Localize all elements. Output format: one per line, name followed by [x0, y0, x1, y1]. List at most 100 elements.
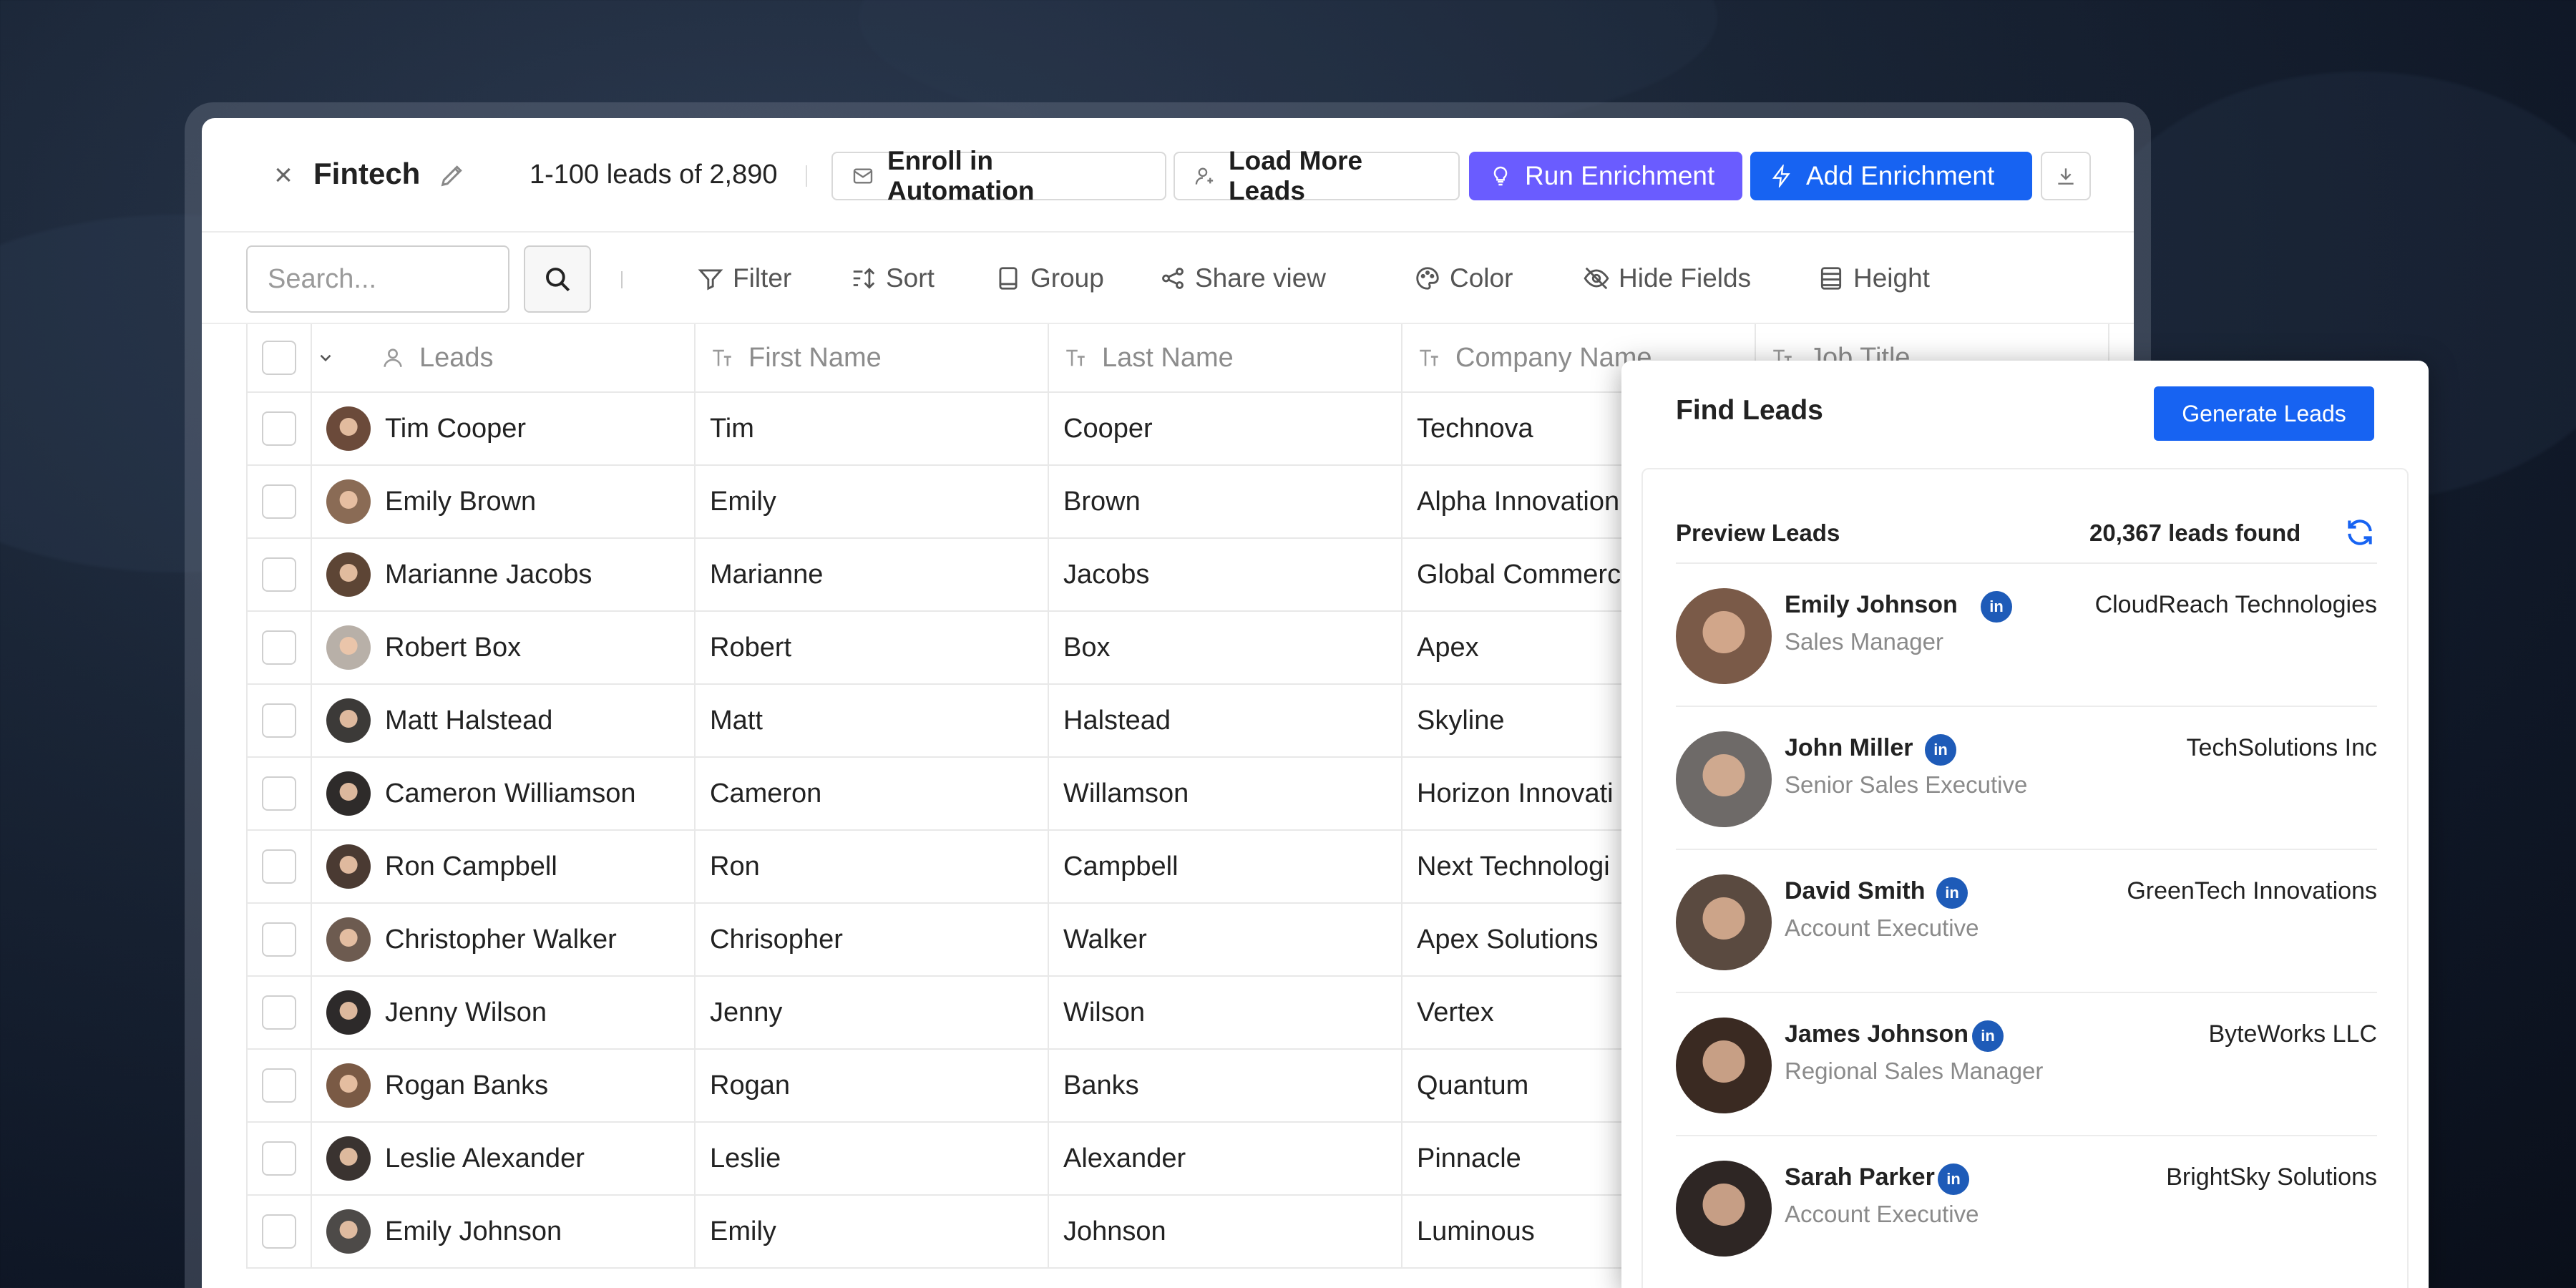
first-name-cell[interactable]: Marianne [696, 539, 1049, 610]
last-name-cell[interactable]: Willamson [1049, 758, 1402, 829]
lead-cell[interactable]: Emily Johnson [312, 1196, 696, 1267]
last-name-cell[interactable]: Box [1049, 612, 1402, 683]
first-name-cell[interactable]: Emily [696, 466, 1049, 537]
last-name-cell[interactable]: Walker [1049, 904, 1402, 975]
row-checkbox[interactable] [262, 630, 296, 665]
download-button[interactable] [2041, 152, 2091, 200]
row-select-cell [246, 539, 312, 610]
row-checkbox[interactable] [262, 557, 296, 592]
last-name: Halstead [1063, 705, 1171, 736]
first-name-cell[interactable]: Rogan [696, 1050, 1049, 1121]
linkedin-icon[interactable]: in [1925, 734, 1956, 766]
refresh-icon[interactable] [2344, 517, 2376, 548]
company-name: Luminous [1417, 1216, 1535, 1246]
lead-cell[interactable]: Matt Halstead [312, 685, 696, 756]
find-leads-panel: Find Leads Generate Leads Preview Leads … [1621, 361, 2429, 1288]
row-checkbox[interactable] [262, 411, 296, 446]
enroll-automation-button[interactable]: Enroll in Automation [831, 146, 1166, 205]
sort-button[interactable]: Sort [850, 257, 935, 300]
eye-off-icon [1584, 267, 1609, 290]
lead-cell[interactable]: Cameron Williamson [312, 758, 696, 829]
filter-icon [698, 269, 723, 291]
generate-leads-button[interactable]: Generate Leads [2154, 386, 2374, 441]
first-name-cell[interactable]: Leslie [696, 1123, 1049, 1194]
last-name-cell[interactable]: Halstead [1049, 685, 1402, 756]
lead-cell[interactable]: Jenny Wilson [312, 977, 696, 1048]
lead-cell[interactable]: Robert Box [312, 612, 696, 683]
first-name-cell[interactable]: Jenny [696, 977, 1049, 1048]
select-all-checkbox[interactable] [262, 341, 296, 375]
avatar [326, 479, 371, 524]
last-name-cell[interactable]: Alexander [1049, 1123, 1402, 1194]
row-select-cell [246, 831, 312, 902]
group-label: Group [1030, 263, 1104, 293]
first-name-cell[interactable]: Robert [696, 612, 1049, 683]
last-name-cell[interactable]: Cooper [1049, 393, 1402, 464]
lead-card[interactable]: John Miller in Senior Sales Executive Te… [1676, 706, 2377, 849]
lead-card[interactable]: Emily Johnson in Sales Manager CloudReac… [1676, 562, 2377, 706]
column-header-leads[interactable]: Leads [312, 324, 696, 391]
first-name-cell[interactable]: Ron [696, 831, 1049, 902]
column-header-first-name[interactable]: First Name [696, 324, 1049, 391]
lead-cell[interactable]: Marianne Jacobs [312, 539, 696, 610]
row-select-cell [246, 1050, 312, 1121]
hide-fields-button[interactable]: Hide Fields [1583, 257, 1751, 300]
row-checkbox[interactable] [262, 484, 296, 519]
first-name-cell[interactable]: Tim [696, 393, 1049, 464]
panel-title: Find Leads [1676, 395, 1823, 426]
color-button[interactable]: Color [1414, 257, 1513, 300]
first-name-cell[interactable]: Matt [696, 685, 1049, 756]
close-icon[interactable]: × [268, 160, 299, 191]
filter-button[interactable]: Filter [697, 257, 791, 300]
avatar [326, 844, 371, 889]
row-checkbox[interactable] [262, 922, 296, 957]
first-name-cell[interactable]: Cameron [696, 758, 1049, 829]
height-button[interactable]: Height [1818, 257, 1930, 300]
first-name-cell[interactable]: Emily [696, 1196, 1049, 1267]
company-name: Pinnacle [1417, 1143, 1521, 1174]
lead-cell[interactable]: Christopher Walker [312, 904, 696, 975]
lead-company: ByteWorks LLC [2208, 1020, 2377, 1048]
row-checkbox[interactable] [262, 1214, 296, 1249]
lead-card[interactable]: James Johnson in Regional Sales Manager … [1676, 992, 2377, 1135]
last-name-cell[interactable]: Banks [1049, 1050, 1402, 1121]
filter-label: Filter [733, 263, 792, 293]
lead-cell[interactable]: Ron Campbell [312, 831, 696, 902]
pencil-icon[interactable] [438, 161, 467, 190]
row-checkbox[interactable] [262, 1141, 296, 1176]
run-enrichment-button[interactable]: Run Enrichment [1469, 152, 1742, 200]
download-icon [2058, 168, 2074, 185]
last-name-cell[interactable]: Jacobs [1049, 539, 1402, 610]
linkedin-icon[interactable]: in [1936, 877, 1968, 909]
last-name-cell[interactable]: Campbell [1049, 831, 1402, 902]
row-checkbox[interactable] [262, 995, 296, 1030]
load-more-leads-button[interactable]: Load More Leads [1174, 146, 1460, 205]
first-name-cell[interactable]: Chrisopher [696, 904, 1049, 975]
lead-cell[interactable]: Tim Cooper [312, 393, 696, 464]
lead-cell[interactable]: Rogan Banks [312, 1050, 696, 1121]
lead-cell[interactable]: Emily Brown [312, 466, 696, 537]
lead-card[interactable]: David Smith in Account Executive GreenTe… [1676, 849, 2377, 992]
text-type-icon [1066, 349, 1085, 366]
last-name-cell[interactable]: Wilson [1049, 977, 1402, 1048]
search-button[interactable] [524, 245, 591, 313]
sort-label: Sort [886, 263, 935, 293]
row-checkbox[interactable] [262, 1068, 296, 1103]
lead-cell[interactable]: Leslie Alexander [312, 1123, 696, 1194]
search-input[interactable] [246, 245, 509, 313]
last-name-cell[interactable]: Brown [1049, 466, 1402, 537]
lead-photo [1676, 874, 1772, 970]
row-checkbox[interactable] [262, 849, 296, 884]
group-button[interactable]: Group [995, 257, 1104, 300]
linkedin-icon[interactable]: in [1938, 1163, 1969, 1195]
column-header-last-name[interactable]: Last Name [1049, 324, 1402, 391]
lead-card[interactable]: Sarah Parker in Account Executive Bright… [1676, 1135, 2377, 1278]
linkedin-icon[interactable]: in [1981, 591, 2012, 623]
last-name-cell[interactable]: Johnson [1049, 1196, 1402, 1267]
row-checkbox[interactable] [262, 776, 296, 811]
share-view-button[interactable]: Share view [1159, 257, 1326, 300]
add-enrichment-button[interactable]: Add Enrichment [1750, 152, 2032, 200]
row-checkbox[interactable] [262, 703, 296, 738]
linkedin-icon[interactable]: in [1972, 1020, 2004, 1052]
lead-company: TechSolutions Inc [2186, 734, 2378, 761]
